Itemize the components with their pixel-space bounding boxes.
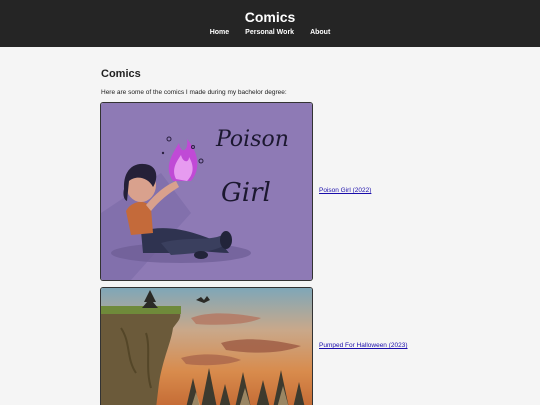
site-title: Comics (244, 9, 296, 25)
page-heading: Comics (101, 68, 141, 80)
nav-home[interactable]: Home (210, 28, 229, 38)
girl-title-text: Girl (221, 178, 271, 208)
site-header: Comics Home Personal Work About (0, 0, 540, 47)
pumped-for-halloween-thumbnail[interactable] (101, 288, 312, 405)
pumped-for-halloween-link[interactable]: Pumped For Halloween (2023) (319, 342, 408, 349)
poison-title-text: Poison (215, 127, 289, 152)
nav-personal-work[interactable]: Personal Work (245, 28, 294, 38)
poison-girl-thumbnail[interactable]: Poison Girl (101, 103, 312, 280)
halloween-illustration (101, 288, 312, 405)
main-nav: Home Personal Work About (0, 28, 540, 38)
nav-about[interactable]: About (310, 28, 330, 38)
poison-girl-illustration: Poison Girl (101, 103, 312, 280)
intro-text: Here are some of the comics I made durin… (101, 89, 287, 96)
poison-girl-link[interactable]: Poison Girl (2022) (319, 187, 371, 194)
